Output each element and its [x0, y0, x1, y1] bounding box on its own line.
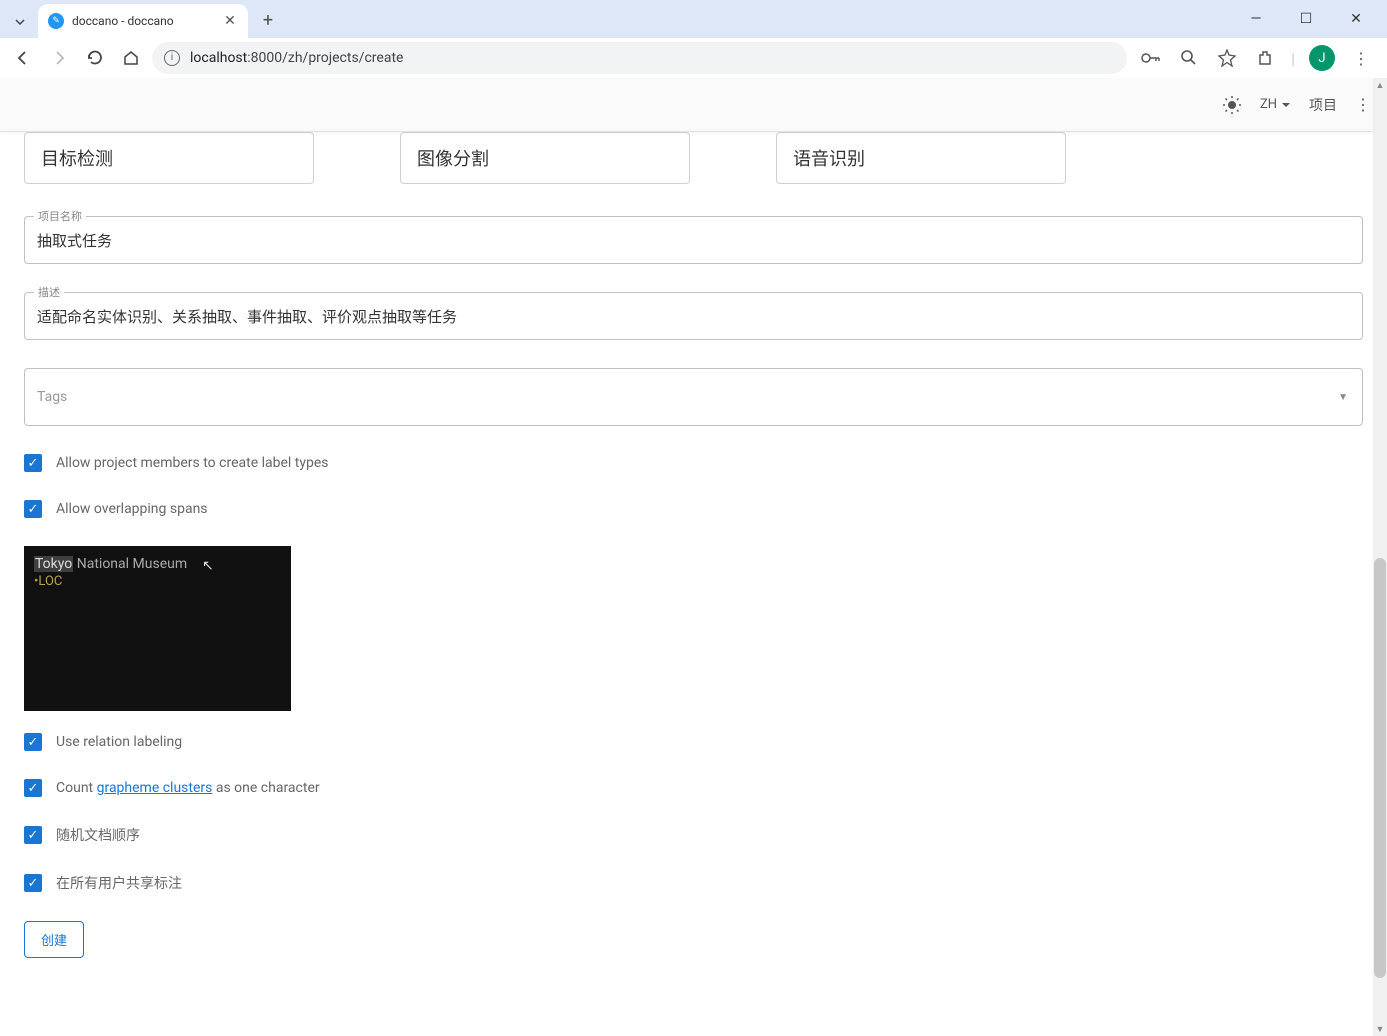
checkbox-icon: ✓: [24, 454, 42, 472]
reload-button[interactable]: [80, 43, 110, 73]
language-selector[interactable]: ZH: [1260, 97, 1291, 112]
field-label: 项目名称: [34, 208, 86, 224]
bookmark-icon[interactable]: [1215, 46, 1239, 70]
tabs-dropdown[interactable]: [8, 10, 32, 34]
checkbox-icon: ✓: [24, 779, 42, 797]
project-name-field: 项目名称: [24, 216, 1363, 264]
tags-placeholder: Tags: [37, 389, 67, 405]
separator: |: [1291, 49, 1295, 68]
checkbox-relation-labeling[interactable]: ✓ Use relation labeling: [24, 733, 1363, 751]
address-bar: i localhost:8000/zh/projects/create | J …: [0, 38, 1387, 78]
project-name-input[interactable]: [24, 216, 1363, 264]
app-header: ZH 项目 ⋮: [0, 78, 1387, 132]
browser-chrome: ✎ doccano - doccano ✕ + — ☐ ✕ i localhos…: [0, 0, 1387, 78]
favicon-icon: ✎: [48, 13, 64, 29]
chevron-down-icon: [1281, 100, 1291, 110]
browser-menu-icon[interactable]: ⋮: [1349, 46, 1373, 70]
checkbox-icon: ✓: [24, 733, 42, 751]
scrollbar-down-icon[interactable]: ▼: [1373, 1022, 1387, 1036]
arrow-left-icon: [14, 49, 32, 67]
checkbox-grapheme-clusters[interactable]: ✓ Count grapheme clusters as one charact…: [24, 779, 1363, 797]
tab-bar: ✎ doccano - doccano ✕ + — ☐ ✕: [0, 0, 1387, 38]
preview-token-selected: Tokyo: [34, 556, 73, 572]
checkbox-label: Use relation labeling: [56, 734, 182, 750]
checkbox-label: Count grapheme clusters as one character: [56, 780, 320, 796]
create-button[interactable]: 创建: [24, 921, 84, 958]
tags-field: Tags ▼: [24, 368, 1363, 426]
task-card-image-segmentation[interactable]: 图像分割: [400, 132, 690, 184]
tab-title: doccano - doccano: [72, 14, 222, 28]
chevron-down-icon: ▼: [1338, 392, 1348, 403]
close-window-icon[interactable]: ✕: [1341, 11, 1371, 27]
language-label: ZH: [1260, 97, 1277, 112]
description-field: 描述: [24, 292, 1363, 340]
checkbox-icon: ✓: [24, 500, 42, 518]
chevron-down-icon: [14, 16, 26, 28]
description-input[interactable]: [24, 292, 1363, 340]
checkbox-allow-create-labels[interactable]: ✓ Allow project members to create label …: [24, 454, 1363, 472]
zoom-icon[interactable]: [1177, 46, 1201, 70]
url-text: localhost:8000/zh/projects/create: [190, 50, 403, 66]
task-cards-row: 目标检测 图像分割 语音识别: [24, 132, 1363, 184]
preview-text: Tokyo National Museum: [34, 556, 281, 572]
checkbox-label: 在所有用户共享标注: [56, 873, 182, 893]
preview-token-rest: National Museum: [73, 556, 187, 572]
reload-icon: [86, 49, 104, 67]
main-content: 目标检测 图像分割 语音识别 项目名称 描述 Tags ▼ ✓ Allow pr…: [0, 132, 1387, 1036]
checkbox-icon: ✓: [24, 874, 42, 892]
scrollbar-up-icon[interactable]: ▲: [1373, 78, 1387, 92]
minimize-icon[interactable]: —: [1241, 11, 1271, 27]
toolbar-right: | J ⋮: [1133, 45, 1379, 71]
site-info-icon[interactable]: i: [164, 50, 180, 66]
checkbox-share-annotations[interactable]: ✓ 在所有用户共享标注: [24, 873, 1363, 893]
key-icon[interactable]: [1139, 46, 1163, 70]
projects-link[interactable]: 项目: [1309, 95, 1337, 115]
close-icon[interactable]: ✕: [222, 13, 238, 29]
checkbox-overlapping-spans[interactable]: ✓ Allow overlapping spans: [24, 500, 1363, 518]
checkbox-label: 随机文档顺序: [56, 825, 140, 845]
app-menu-icon[interactable]: ⋮: [1355, 95, 1371, 114]
task-card-speech-recognition[interactable]: 语音识别: [776, 132, 1066, 184]
new-tab-button[interactable]: +: [254, 6, 282, 34]
checkbox-icon: ✓: [24, 826, 42, 844]
field-label: 描述: [34, 284, 64, 300]
checkbox-label: Allow project members to create label ty…: [56, 455, 329, 471]
task-card-object-detection[interactable]: 目标检测: [24, 132, 314, 184]
profile-avatar[interactable]: J: [1309, 45, 1335, 71]
window-controls: — ☐ ✕: [1241, 0, 1381, 38]
url-input[interactable]: i localhost:8000/zh/projects/create: [152, 42, 1127, 74]
home-button[interactable]: [116, 43, 146, 73]
forward-button[interactable]: [44, 43, 74, 73]
preview-panel: Tokyo National Museum •LOC ↖: [24, 546, 291, 711]
preview-label: •LOC: [34, 574, 281, 589]
checkbox-random-order[interactable]: ✓ 随机文档顺序: [24, 825, 1363, 845]
home-icon: [122, 49, 140, 67]
scrollbar-thumb[interactable]: [1374, 558, 1386, 978]
checkbox-label: Allow overlapping spans: [56, 501, 208, 517]
arrow-right-icon: [50, 49, 68, 67]
back-button[interactable]: [8, 43, 38, 73]
scrollbar[interactable]: ▲ ▼: [1373, 78, 1387, 1036]
grapheme-clusters-link[interactable]: grapheme clusters: [97, 780, 213, 796]
tags-select[interactable]: Tags ▼: [24, 368, 1363, 426]
extensions-icon[interactable]: [1253, 46, 1277, 70]
theme-toggle-icon[interactable]: [1222, 95, 1242, 115]
maximize-icon[interactable]: ☐: [1291, 11, 1321, 27]
browser-tab[interactable]: ✎ doccano - doccano ✕: [38, 4, 248, 38]
